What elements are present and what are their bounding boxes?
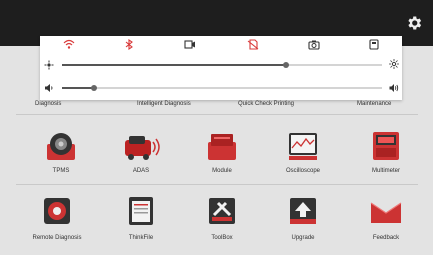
app-label: Module [212, 168, 232, 174]
app-label: Upgrade [291, 235, 315, 241]
volume-slider-thumb[interactable] [91, 85, 97, 91]
brightness-high-icon [389, 59, 399, 69]
app-label-maintenance[interactable]: Maintenance [357, 101, 391, 107]
app-oscilloscope[interactable]: Oscilloscope [268, 126, 338, 181]
camera-icon[interactable] [308, 39, 320, 50]
tpms-icon [47, 133, 75, 160]
app-label: ADAS [132, 168, 150, 174]
screen-record-icon[interactable] [184, 39, 196, 50]
toolbox-icon [209, 198, 235, 224]
app-label-quick-check-printing[interactable]: Quick Check Printing [238, 101, 294, 107]
app-adas[interactable]: ADAS [106, 126, 176, 181]
volume-slider[interactable] [62, 85, 382, 91]
module-icon [208, 134, 236, 160]
app-multimeter[interactable]: Multimeter [351, 126, 421, 181]
app-upgrade[interactable]: Upgrade [268, 193, 338, 248]
app-label: ThinkFile [128, 235, 154, 241]
app-remote-diagnosis[interactable]: Remote Diagnosis [22, 193, 92, 248]
volume-slider-fill [62, 87, 94, 89]
feedback-icon [370, 202, 402, 223]
adas-icon [125, 136, 160, 160]
app-label-intelligent-diagnosis[interactable]: Intelligent Diagnosis [137, 101, 191, 107]
app-label: ToolBox [211, 235, 233, 241]
row-divider [16, 184, 418, 185]
app-label: Multimeter [371, 168, 400, 174]
volume-high-icon [389, 84, 399, 92]
app-label-diagnosis[interactable]: Diagnosis [35, 101, 61, 107]
gear-icon[interactable] [405, 14, 423, 32]
app-module[interactable]: Module [187, 126, 257, 181]
screenshot-icon[interactable] [368, 39, 380, 50]
quick-settings-panel [40, 36, 402, 100]
app-tpms[interactable]: TPMS [26, 126, 96, 181]
app-label: Feedback [372, 235, 400, 241]
no-sim-icon[interactable] [247, 39, 259, 50]
row-divider [16, 114, 418, 115]
multimeter-icon [373, 132, 399, 160]
upgrade-icon [290, 198, 316, 224]
wifi-icon[interactable] [63, 39, 75, 50]
app-feedback[interactable]: Feedback [351, 193, 421, 248]
bluetooth-icon[interactable] [123, 39, 135, 50]
app-label: Oscilloscope [285, 168, 320, 174]
brightness-slider[interactable] [62, 62, 382, 68]
brightness-slider-fill [62, 64, 286, 66]
app-label: TPMS [52, 168, 70, 174]
remote-diagnosis-icon [44, 198, 70, 224]
volume-low-icon [45, 84, 53, 92]
thinkfile-icon [129, 197, 153, 225]
app-thinkfile[interactable]: ThinkFile [106, 193, 176, 248]
brightness-slider-thumb[interactable] [283, 62, 289, 68]
brightness-low-icon [44, 60, 54, 70]
oscilloscope-icon [289, 133, 317, 160]
app-toolbox[interactable]: ToolBox [187, 193, 257, 248]
app-label: Remote Diagnosis [32, 235, 82, 241]
